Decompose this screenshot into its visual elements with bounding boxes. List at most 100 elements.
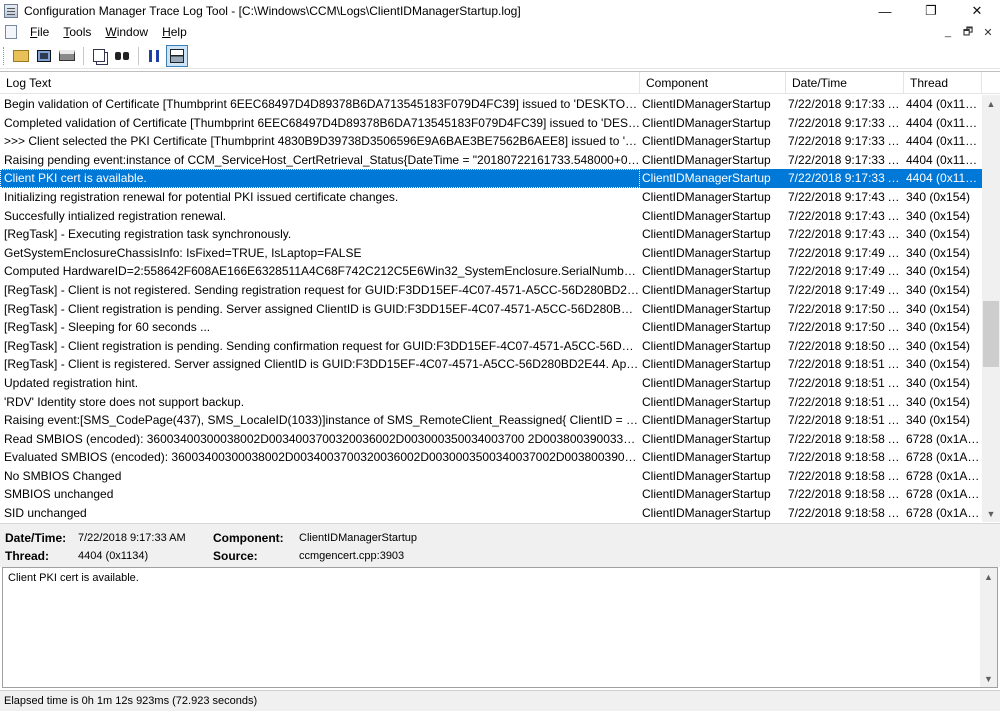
component-cell: ClientIDManagerStartup (642, 264, 771, 279)
pause-button[interactable] (143, 45, 165, 67)
log-text-cell: [RegTask] - Client is not registered. Se… (4, 282, 640, 297)
maximize-button[interactable]: ❐ (908, 0, 954, 22)
child-minimize-button[interactable]: _ (940, 24, 956, 40)
log-row[interactable]: [RegTask] - Executing registration task … (0, 225, 982, 244)
component-cell: ClientIDManagerStartup (642, 468, 771, 483)
log-row[interactable]: Evaluated SMBIOS (encoded): 360034003000… (0, 448, 982, 467)
log-row[interactable]: Raising event:[SMS_CodePage(437), SMS_Lo… (0, 411, 982, 430)
datetime-value: 7/22/2018 9:17:33 AM (78, 532, 186, 544)
log-row[interactable]: Succesfully intialized registration rene… (0, 207, 982, 226)
pause-icon (149, 49, 159, 62)
datetime-cell: 7/22/2018 9:17:43 AM (788, 189, 904, 204)
log-row[interactable]: No SMBIOS Changed ClientIDManagerStartup 7… (0, 467, 982, 486)
document-icon[interactable] (5, 25, 17, 39)
printer-icon (59, 50, 75, 61)
log-text-cell: [RegTask] - Client is registered. Server… (4, 357, 640, 372)
log-row[interactable]: GetSystemEnclosureChassisInfo: IsFixed=T… (0, 244, 982, 263)
thread-cell: 6728 (0x1A48) (906, 487, 982, 502)
source-label: Source: (213, 549, 258, 563)
log-row[interactable]: 'RDV' Identity store does not support ba… (0, 393, 982, 412)
log-text-cell: Raising event:[SMS_CodePage(437), SMS_Lo… (4, 413, 640, 428)
log-row[interactable]: Updated registration hint. ClientIDManage… (0, 374, 982, 393)
title-bar: Configuration Manager Trace Log Tool - [… (0, 0, 1000, 22)
datetime-label: Date/Time: (5, 531, 67, 545)
message-scrollbar[interactable]: ▲ ▼ (980, 568, 997, 687)
minimize-button[interactable]: — (862, 0, 908, 22)
menu-file[interactable]: File (23, 25, 56, 39)
thread-cell: 6728 (0x1A48) (906, 506, 982, 521)
menu-help[interactable]: Help (155, 25, 194, 39)
thread-cell: 4404 (0x1134) (906, 97, 982, 111)
log-text-cell: Computed HardwareID=2:558642F608AE166E63… (4, 264, 640, 279)
scrollbar-thumb[interactable] (983, 300, 999, 368)
log-row[interactable]: Computed HardwareID=2:558642F608AE166E63… (0, 262, 982, 281)
details-panel: Date/Time: 7/22/2018 9:17:33 AM Componen… (0, 523, 1000, 567)
open-folder-icon (13, 49, 29, 62)
datetime-cell: 7/22/2018 9:17:33 AM (788, 97, 904, 111)
log-row[interactable]: Raising pending event:instance of CCM_Se… (0, 151, 982, 170)
log-row[interactable]: [RegTask] - Sleeping for 60 seconds ... C… (0, 318, 982, 337)
log-row[interactable]: SMBIOS unchanged ClientIDManagerStartup 7/… (0, 485, 982, 504)
datetime-cell: 7/22/2018 9:17:33 AM (788, 134, 904, 149)
thread-cell: 340 (0x154) (906, 375, 971, 390)
child-close-button[interactable]: ✕ (980, 24, 996, 40)
datetime-cell: 7/22/2018 9:17:49 AM (788, 264, 904, 279)
split-view-icon (170, 48, 184, 63)
log-text-cell: Updated registration hint. (4, 375, 139, 390)
log-row[interactable]: Client PKI cert is available. ClientIDMan… (0, 169, 982, 188)
scroll-down-icon[interactable]: ▼ (982, 505, 1000, 522)
open-button[interactable] (10, 45, 32, 67)
log-text-cell: [RegTask] - Client registration is pendi… (4, 301, 640, 316)
log-row[interactable]: Begin validation of Certificate [Thumbpr… (0, 95, 982, 114)
log-row[interactable]: [RegTask] - Client is registered. Server… (0, 355, 982, 374)
child-window-controls: _ 🗗 ✕ (940, 24, 996, 40)
thread-cell: 340 (0x154) (906, 189, 971, 204)
copy-button[interactable] (88, 45, 110, 67)
message-textbox[interactable]: Client PKI cert is available. ▲ ▼ (2, 567, 998, 688)
child-restore-button[interactable]: 🗗 (960, 24, 976, 40)
log-text-cell: [RegTask] - Client registration is pendi… (4, 338, 640, 353)
column-header-component[interactable]: Component (640, 72, 786, 94)
datetime-cell: 7/22/2018 9:17:49 AM (788, 282, 904, 297)
column-header-datetime[interactable]: Date/Time (786, 72, 904, 94)
datetime-cell: 7/22/2018 9:18:50 AM (788, 338, 904, 353)
log-text-cell: >>> Client selected the PKI Certificate … (4, 134, 640, 149)
log-row[interactable]: [RegTask] - Client registration is pendi… (0, 300, 982, 319)
thread-cell: 6728 (0x1A48) (906, 450, 982, 465)
log-row[interactable]: [RegTask] - Client registration is pendi… (0, 337, 982, 356)
datetime-cell: 7/22/2018 9:17:49 AM (788, 245, 904, 260)
close-button[interactable]: ✕ (954, 0, 1000, 22)
log-text-cell: [RegTask] - Sleeping for 60 seconds ... (4, 320, 211, 335)
column-header-thread[interactable]: Thread (904, 72, 982, 94)
thread-cell: 340 (0x154) (906, 264, 971, 279)
log-row[interactable]: [RegTask] - Client is not registered. Se… (0, 281, 982, 300)
menu-help-mnemonic: H (162, 25, 171, 39)
menu-window[interactable]: Window (98, 25, 155, 39)
print-button[interactable] (56, 45, 78, 67)
open-remote-button[interactable] (33, 45, 55, 67)
log-row[interactable]: Completed validation of Certificate [Thu… (0, 114, 982, 133)
column-header-log-text[interactable]: Log Text (0, 72, 640, 94)
log-scrollbar[interactable]: ▲ ▼ (982, 95, 1000, 522)
scroll-up-icon[interactable]: ▲ (980, 568, 997, 585)
scroll-down-icon[interactable]: ▼ (980, 670, 997, 687)
log-row[interactable]: Read SMBIOS (encoded): 36003400300038002… (0, 430, 982, 449)
log-text-cell: GetSystemEnclosureChassisInfo: IsFixed=T… (4, 245, 362, 260)
component-cell: ClientIDManagerStartup (642, 338, 771, 353)
menu-help-label: elp (170, 25, 187, 39)
component-cell: ClientIDManagerStartup (642, 394, 771, 409)
datetime-cell: 7/22/2018 9:18:51 AM (788, 357, 904, 372)
datetime-cell: 7/22/2018 9:18:58 AM (788, 431, 904, 446)
scroll-up-icon[interactable]: ▲ (982, 95, 1000, 112)
component-cell: ClientIDManagerStartup (642, 320, 771, 335)
toggle-details-button[interactable] (166, 44, 188, 67)
thread-cell: 340 (0x154) (906, 245, 971, 260)
log-row[interactable]: >>> Client selected the PKI Certificate … (0, 132, 982, 151)
find-button[interactable] (111, 45, 133, 67)
datetime-cell: 7/22/2018 9:18:58 AM (788, 487, 904, 502)
log-row[interactable]: SID unchanged ClientIDManagerStartup 7/22/… (0, 504, 982, 522)
log-row[interactable]: Initializing registration renewal for po… (0, 188, 982, 207)
menu-tools[interactable]: Tools (56, 25, 98, 39)
status-bar: Elapsed time is 0h 1m 12s 923ms (72.923 … (0, 690, 1000, 711)
toolbar-grip[interactable] (3, 46, 6, 65)
